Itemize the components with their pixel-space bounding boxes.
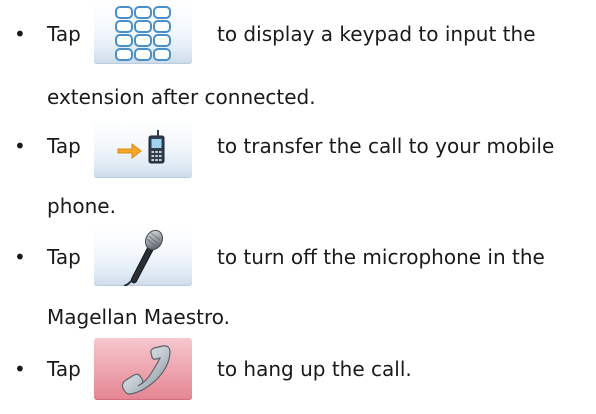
hang-up-icon: [121, 345, 171, 395]
item-description-continued: extension after connected.: [47, 85, 316, 109]
item-description-continued: Magellan Maestro.: [47, 305, 231, 329]
bullet: •: [14, 22, 26, 46]
item-description-continued: phone.: [47, 194, 116, 218]
hang-up-button[interactable]: [94, 338, 192, 400]
item-description: to hang up the call.: [217, 357, 412, 381]
bullet: •: [14, 134, 26, 158]
item-description: to display a keypad to input the: [217, 22, 536, 46]
transfer-to-mobile-button[interactable]: [94, 118, 192, 178]
item-description: to transfer the call to your mobile: [217, 134, 555, 158]
bullet: •: [14, 357, 26, 381]
transfer-to-mobile-icon: [117, 130, 165, 164]
tap-label: Tap: [47, 357, 81, 381]
item-description: to turn off the microphone in the: [217, 245, 545, 269]
keypad-button[interactable]: [94, 2, 192, 64]
tap-label: Tap: [47, 22, 81, 46]
tap-label: Tap: [47, 134, 81, 158]
microphone-icon: [123, 229, 163, 286]
microphone-button[interactable]: [94, 226, 192, 286]
bullet: •: [14, 245, 26, 269]
tap-label: Tap: [47, 245, 81, 269]
keypad-icon: [115, 6, 171, 61]
